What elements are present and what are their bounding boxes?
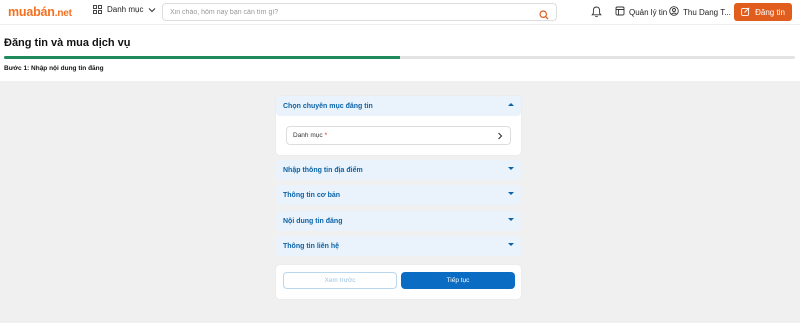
top-header: muabán.net Danh mục Quản lý tin Thu Dang… xyxy=(0,0,800,24)
grid-icon xyxy=(93,5,102,14)
user-menu[interactable]: Thu Dang T... xyxy=(669,6,731,18)
chevron-down-icon xyxy=(148,7,156,13)
search-bar xyxy=(162,3,557,21)
caret-down-icon xyxy=(508,243,514,246)
post-ad-button[interactable]: Đăng tin xyxy=(734,3,792,21)
category-field-label: Danh mục xyxy=(293,132,323,139)
required-mark: * xyxy=(324,132,328,139)
section-header-label: Thông tin liên hệ xyxy=(283,242,339,250)
manage-posts-label: Quản lý tin xyxy=(629,7,668,17)
caret-down-icon xyxy=(508,192,514,195)
category-select[interactable]: Danh mục * xyxy=(286,126,511,145)
section-header-basic-info[interactable]: Thông tin cơ bản xyxy=(276,185,521,205)
page-title: Đăng tin và mua dịch vụ xyxy=(4,37,131,49)
category-menu-button[interactable]: Danh mục xyxy=(93,5,156,14)
section-header-location[interactable]: Nhập thông tin địa điểm xyxy=(276,160,521,180)
preview-button[interactable]: Xem trước xyxy=(283,272,397,289)
continue-button[interactable]: Tiếp tục xyxy=(401,272,515,289)
manage-posts-link[interactable]: Quản lý tin xyxy=(615,6,667,18)
logo-main: muabán xyxy=(8,5,55,19)
search-icon[interactable] xyxy=(539,7,549,25)
section-header-label: Nhập thông tin địa điểm xyxy=(283,166,363,174)
page-header: Đăng tin và mua dịch vụ Bước 1: Nhập nội… xyxy=(0,24,800,81)
caret-up-icon xyxy=(508,103,514,106)
section-header-label: Nội dung tin đăng xyxy=(283,217,343,225)
site-logo[interactable]: muabán .net xyxy=(8,5,72,19)
edit-icon xyxy=(741,6,750,18)
step-progress-bar xyxy=(4,56,795,59)
caret-down-icon xyxy=(508,167,514,170)
step-label: Bước 1: Nhập nội dung tin đăng xyxy=(4,65,104,72)
progress-fill xyxy=(4,56,400,59)
category-menu-label: Danh mục xyxy=(107,5,144,14)
chevron-right-icon xyxy=(497,132,503,142)
post-ad-label: Đăng tin xyxy=(755,7,785,17)
caret-down-icon xyxy=(508,218,514,221)
section-header-contact[interactable]: Thông tin liên hệ xyxy=(276,236,521,256)
section-header-label: Chọn chuyên mục đăng tin xyxy=(283,102,373,110)
search-input[interactable] xyxy=(163,8,523,16)
user-name: Thu Dang T... xyxy=(683,7,731,17)
bell-icon[interactable] xyxy=(591,5,602,23)
document-list-icon xyxy=(615,6,625,18)
section-header-content[interactable]: Nội dung tin đăng xyxy=(276,211,521,231)
section-header-label: Thông tin cơ bản xyxy=(283,191,341,199)
logo-tld: .net xyxy=(54,8,72,19)
user-avatar-icon xyxy=(669,6,679,18)
section-header-category[interactable]: Chọn chuyên mục đăng tin xyxy=(276,96,521,116)
